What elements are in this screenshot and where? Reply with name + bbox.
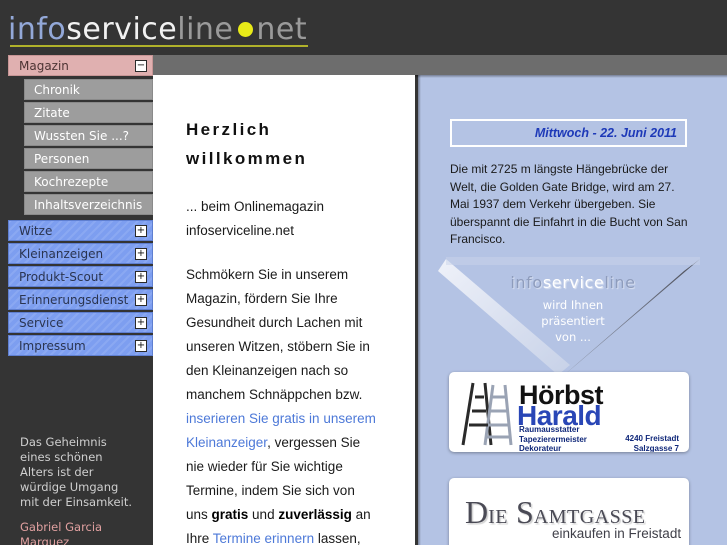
right-column: Mittwoch - 22. Juni 2011 Die mit 2725 m …	[418, 75, 727, 545]
sidebar-item-label: Kleinanzeigen	[19, 247, 104, 261]
right-column-left-shadow	[418, 75, 421, 545]
page-root: infoserviceline net Magazin − Chronik Zit…	[0, 0, 727, 545]
ladder-icon	[461, 382, 513, 446]
sidebar-subitem-label: Kochrezepte	[34, 175, 109, 189]
sidebar-item-produkt-scout[interactable]: Produkt-Scout +	[8, 266, 153, 287]
expand-toggle-icon[interactable]: +	[135, 317, 147, 329]
sidebar-item-erinnerungsdienst[interactable]: Erinnerungsdienst +	[8, 289, 153, 310]
page-title: Herzlich willkommen	[186, 115, 378, 173]
presented-sub-line1: wird Ihnen	[542, 298, 604, 312]
expand-toggle-icon[interactable]: +	[135, 248, 147, 260]
logo-part-net: net	[256, 12, 308, 47]
expand-toggle-icon[interactable]: +	[135, 271, 147, 283]
emphasis-zuverlaessig: zuverlässig	[278, 507, 352, 522]
site-logo[interactable]: infoserviceline net	[8, 12, 307, 47]
presented-by-graphic: infoserviceline wird Ihnen präsentiert v…	[438, 253, 708, 383]
site-header: infoserviceline net	[0, 0, 727, 55]
sidebar-item-label: Service	[19, 316, 64, 330]
sidebar: Magazin − Chronik Zitate Wussten Sie ...…	[0, 55, 153, 545]
sidebar-menu: Witze + Kleinanzeigen + Produkt-Scout + …	[8, 220, 153, 358]
sidebar-subitem-label: Wussten Sie ...?	[34, 129, 130, 143]
right-column-top-shadow	[418, 75, 727, 78]
body-text-3: und	[248, 507, 279, 522]
expand-toggle-icon[interactable]: +	[135, 340, 147, 352]
sidebar-item-witze[interactable]: Witze +	[8, 220, 153, 241]
main-content: Herzlich willkommen ... beim Onlinemagaz…	[153, 75, 415, 545]
presented-title-info: info	[510, 273, 543, 292]
ad-banner-hoerbst-harald[interactable]: Hörbst Harald Raumausstatter Tapeziererm…	[449, 372, 689, 452]
logo-part-info: info	[8, 12, 67, 47]
sidebar-quote: Das Geheimnis eines schönen Alters ist d…	[20, 435, 138, 545]
top-gray-strip	[153, 55, 727, 75]
presented-sub-line2: präsentiert	[541, 314, 605, 328]
sidebar-subitem-label: Personen	[34, 152, 90, 166]
sidebar-item-kleinanzeigen[interactable]: Kleinanzeigen +	[8, 243, 153, 264]
sidebar-submenu-magazin: Chronik Zitate Wussten Sie ...? Personen…	[24, 79, 153, 217]
expand-toggle-icon[interactable]: +	[135, 294, 147, 306]
presented-sub-line3: von ...	[555, 330, 591, 344]
ad-tagline: einkaufen in Freistadt	[552, 526, 682, 541]
ad-title-s: S	[516, 494, 534, 530]
ad-address: 4240 Freistadt Salzgasse 7	[625, 434, 679, 452]
ad-title-ie: IE	[488, 506, 508, 528]
sidebar-subitem-personen[interactable]: Personen	[24, 148, 153, 169]
logo-part-line: line	[177, 12, 234, 47]
sidebar-item-label: Impressum	[19, 339, 86, 353]
page-title-line1: Herzlich	[186, 120, 272, 139]
presented-by-subtitle: wird Ihnen präsentiert von ...	[438, 297, 708, 345]
sidebar-subitem-inhaltsverzeichnis[interactable]: Inhaltsverzeichnis	[24, 194, 153, 215]
body-text-1: Schmökern Sie in unserem Magazin, förder…	[186, 267, 370, 402]
sidebar-item-label: Erinnerungsdienst	[19, 293, 129, 307]
ad-services: Raumausstatter Tapezierermeister Dekorat…	[519, 425, 587, 452]
quote-author: Gabriel Garcia Marquez	[20, 520, 103, 545]
sidebar-item-label: Magazin	[19, 59, 69, 73]
presented-title-line: line	[604, 273, 636, 292]
intro-line1: ... beim Onlinemagazin	[186, 199, 325, 214]
body-paragraph: Schmökern Sie in unserem Magazin, förder…	[186, 263, 378, 545]
sidebar-item-impressum[interactable]: Impressum +	[8, 335, 153, 356]
collapse-toggle-icon[interactable]: −	[135, 60, 147, 72]
sidebar-subitem-chronik[interactable]: Chronik	[24, 79, 153, 100]
ad-title-amtgasse: AMTGASSE	[533, 506, 646, 528]
logo-dot-icon	[238, 22, 254, 37]
sidebar-subitem-zitate[interactable]: Zitate	[24, 102, 153, 123]
sidebar-subitem-label: Chronik	[34, 83, 80, 97]
intro-paragraph: ... beim Onlinemagazin infoserviceline.n…	[186, 195, 378, 243]
quote-text: Das Geheimnis eines schönen Alters ist d…	[20, 435, 132, 509]
page-title-line2: willkommen	[186, 149, 308, 168]
sidebar-subitem-label: Zitate	[34, 106, 70, 120]
sidebar-item-service[interactable]: Service +	[8, 312, 153, 333]
logo-part-service: service	[66, 12, 178, 47]
ad-title-d: D	[465, 494, 489, 530]
intro-line2: infoserviceline.net	[186, 223, 295, 238]
logo-underline	[10, 45, 308, 47]
sidebar-subitem-kochrezepte[interactable]: Kochrezepte	[24, 171, 153, 192]
presented-by-title: infoserviceline	[438, 273, 708, 292]
ad-banner-die-samtgasse[interactable]: DIE SAMTGASSE einkaufen in Freistadt	[449, 478, 689, 545]
current-date: Mittwoch - 22. Juni 2011	[534, 126, 677, 140]
emphasis-gratis: gratis	[211, 507, 249, 522]
sidebar-subitem-wussten-sie[interactable]: Wussten Sie ...?	[24, 125, 153, 146]
presented-title-service: service	[542, 273, 605, 292]
sidebar-item-label: Witze	[19, 224, 53, 238]
sidebar-item-label: Produkt-Scout	[19, 270, 104, 284]
date-box: Mittwoch - 22. Juni 2011	[450, 119, 687, 147]
fact-of-the-day: Die mit 2725 m längste Hängebrücke der W…	[450, 162, 688, 246]
expand-toggle-icon[interactable]: +	[135, 225, 147, 237]
sidebar-subitem-label: Inhaltsverzeichnis	[34, 198, 143, 212]
sidebar-item-magazin[interactable]: Magazin −	[8, 55, 153, 76]
link-termine-erinnern[interactable]: Termine erinnern	[213, 531, 314, 545]
